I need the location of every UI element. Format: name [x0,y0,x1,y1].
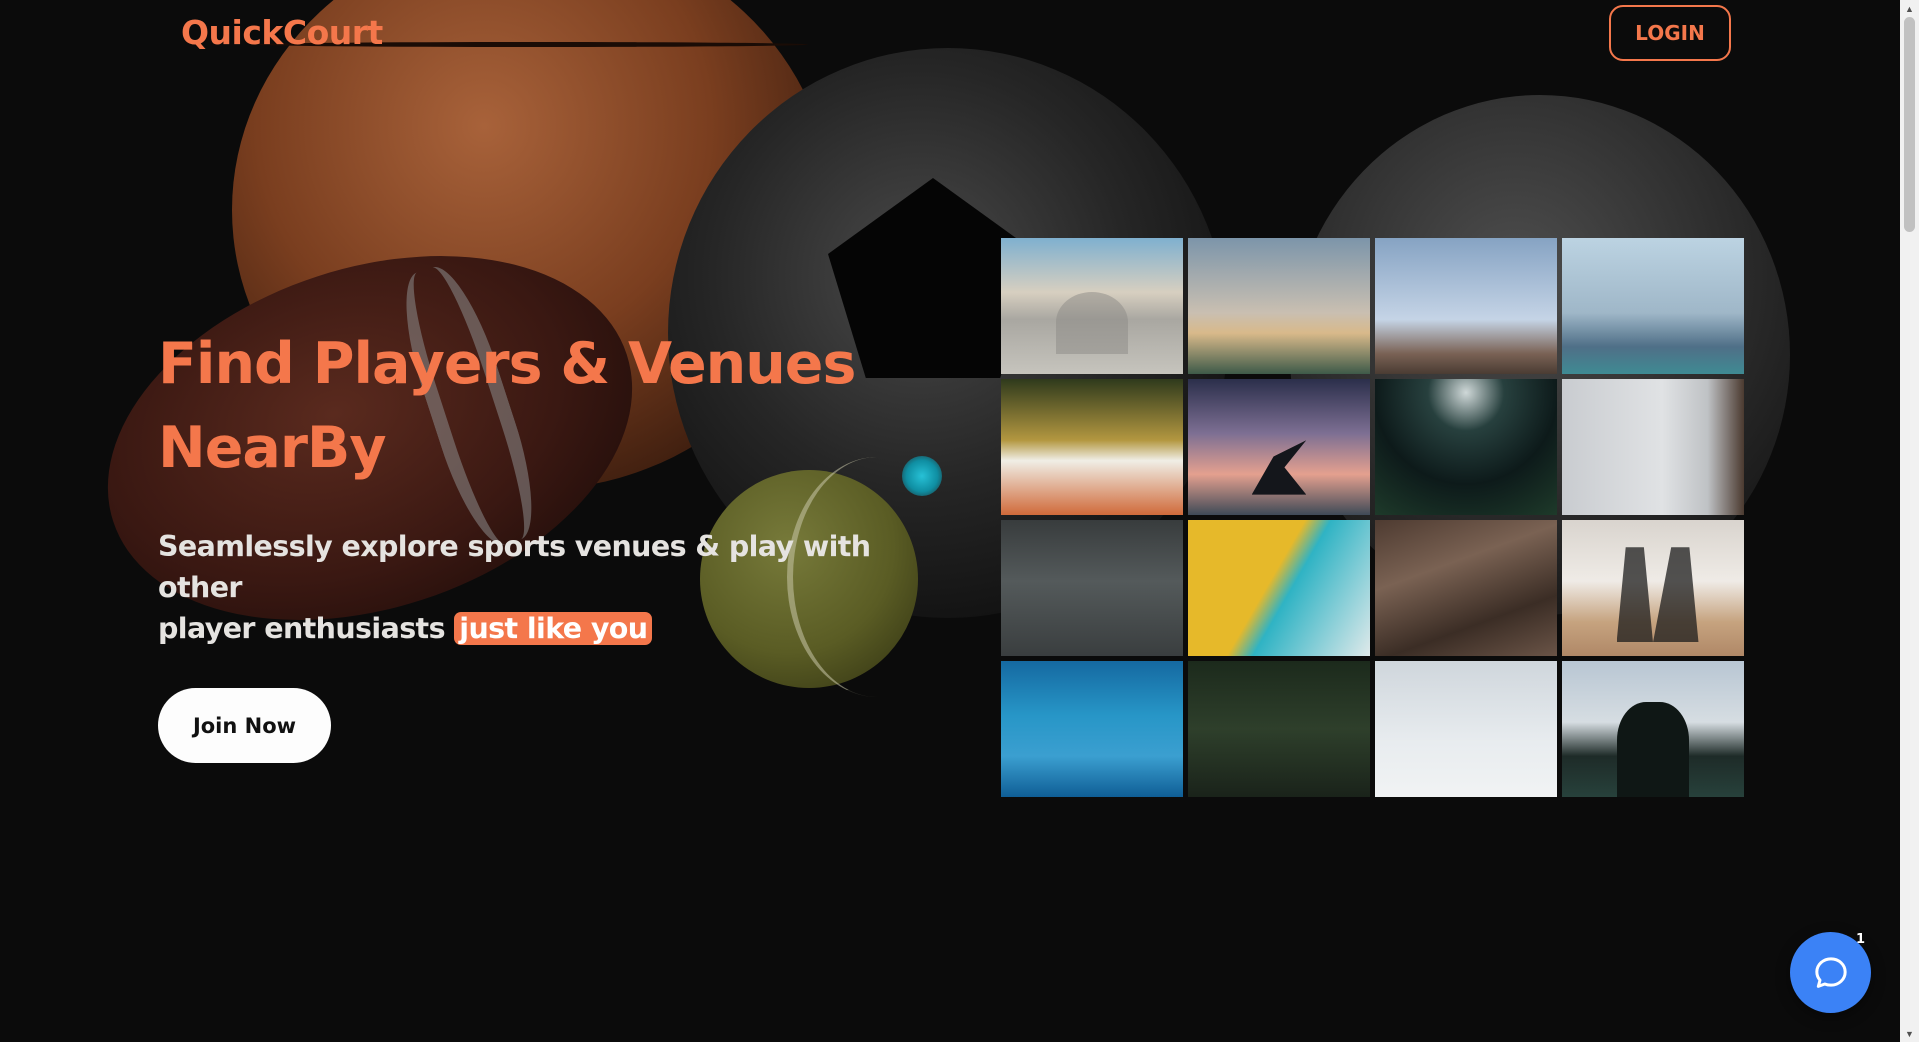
scroll-down-arrow-icon[interactable]: ▼ [1900,1025,1919,1042]
basketball-under-hoop-photo [1562,379,1744,515]
mountain-bike-photo [1188,238,1370,374]
join-now-button[interactable]: Join Now [158,688,331,763]
chat-bubble-icon [1814,956,1847,988]
skateboard-park-photo [1001,238,1183,374]
archery-arrow-photo [1188,661,1370,797]
night-football-field-photo [1375,379,1557,515]
sports-photo-gallery [1001,238,1744,797]
hero-title-line1: Find Players & Venues [158,331,856,397]
scroll-up-arrow-icon[interactable]: ▲ [1900,0,1919,17]
hero-subtitle-line2: player enthusiasts [158,612,446,645]
volleyball-game-photo [1562,520,1744,656]
snowboarding-photo [1375,661,1557,797]
yoga-pose-photo [1188,379,1370,515]
swimming-pool-lanes-photo [1001,661,1183,797]
chat-badge: 1 [1856,932,1866,947]
hero-section: Find Players & Venues NearBy Seamlessly … [158,322,918,763]
rock-climbing-photo [1375,520,1557,656]
tennis-racket-ball-photo [1001,379,1183,515]
hero-subtitle-line1: Seamlessly explore sports venues & play … [158,530,871,604]
soccer-player-photo [1562,661,1744,797]
basketball-hoop-fence-photo [1562,238,1744,374]
basketball-shot-photo [1375,238,1557,374]
scroll-thumb[interactable] [1904,17,1915,232]
hero-title: Find Players & Venues NearBy [158,322,918,490]
navbar: QuickCourt LOGIN [0,0,1900,66]
weightlifting-barbell-photo [1001,520,1183,656]
hero-subtitle: Seamlessly explore sports venues & play … [158,526,918,649]
login-button[interactable]: LOGIN [1609,5,1731,61]
hero-subtitle-highlight: just like you [454,612,653,645]
climbing-wall-photo [1188,520,1370,656]
hero-title-line2: NearBy [158,415,387,481]
logo[interactable]: QuickCourt [181,13,383,52]
page-scrollbar[interactable]: ▲ ▼ [1900,0,1919,1042]
